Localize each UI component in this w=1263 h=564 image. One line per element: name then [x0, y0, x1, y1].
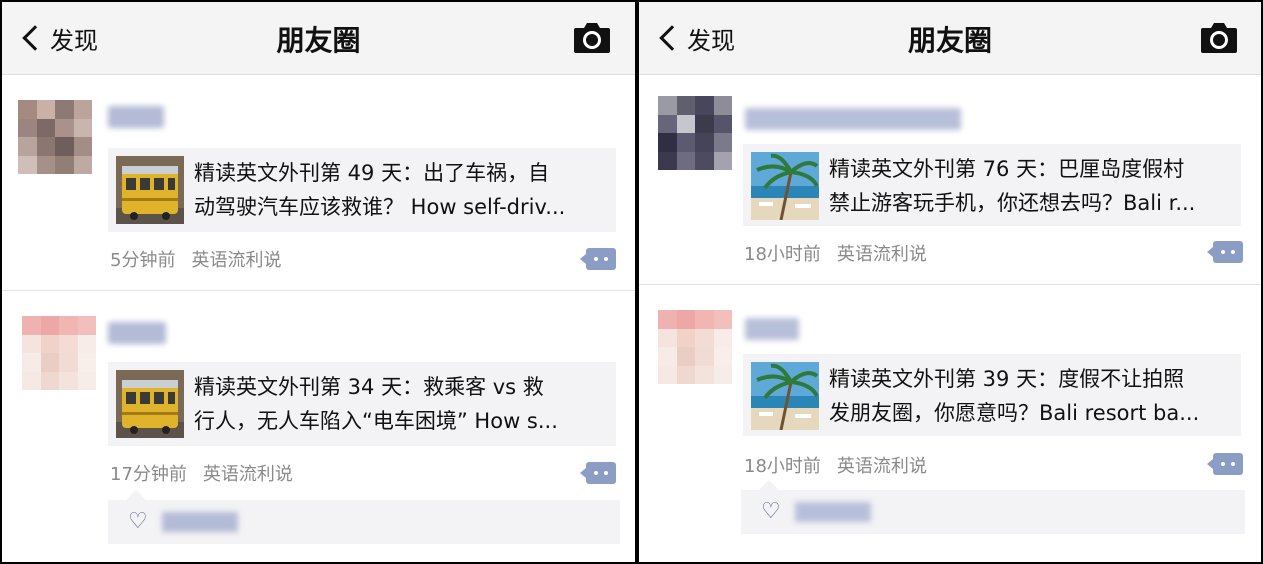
tram-thumbnail	[116, 370, 184, 438]
page-title: 朋友圈	[276, 24, 361, 57]
comment-dots-icon[interactable]	[1207, 241, 1243, 263]
nav-bar: 发现 朋友圈	[2, 2, 635, 75]
heart-outline-icon: ♡	[761, 499, 781, 524]
post-time: 18小时前	[744, 456, 821, 477]
link-title: 精读英文外刊第 39 天：度假不让拍照 发朋友圈，你愿意吗？Bali resor…	[829, 367, 1200, 425]
camera-icon[interactable]	[573, 20, 611, 54]
comment-dots-icon[interactable]	[580, 248, 616, 270]
comment-dots-icon[interactable]	[1207, 453, 1243, 475]
post-meta: 5分钟前 英语流利说	[110, 246, 281, 272]
post-meta: 18小时前 英语流利说	[744, 240, 927, 266]
link-title: 精读英文外刊第 34 天：救乘客 vs 救 行人，无人车陷入“电车困境” How…	[194, 375, 558, 433]
post-time: 17分钟前	[110, 464, 187, 485]
page-title: 朋友圈	[907, 24, 992, 57]
link-title: 精读英文外刊第 49 天：出了车祸，自 动驾驶汽车应该救谁？ How self-…	[194, 161, 566, 219]
moment-post: 精读英文外刊第 76 天：巴厘岛度假村 禁止游客玩手机，你还想去吗？Bali r…	[639, 94, 1261, 284]
post-source[interactable]: 英语流利说	[191, 250, 281, 271]
moment-post: 精读英文外刊第 39 天：度假不让拍照 发朋友圈，你愿意吗？Bali resor…	[639, 308, 1261, 562]
post-source[interactable]: 英语流利说	[837, 456, 927, 477]
post-source[interactable]: 英语流利说	[203, 464, 293, 485]
avatar[interactable]	[22, 316, 96, 390]
shared-link-card[interactable]: 精读英文外刊第 49 天：出了车祸，自 动驾驶汽车应该救谁？ How self-…	[108, 148, 616, 232]
liker-names-blurred[interactable]	[162, 512, 238, 532]
nav-bar: 发现 朋友圈	[639, 2, 1261, 75]
heart-outline-icon: ♡	[128, 509, 148, 534]
link-title: 精读英文外刊第 76 天：巴厘岛度假村 禁止游客玩手机，你还想去吗？Bali r…	[829, 157, 1196, 215]
liker-names-blurred[interactable]	[795, 502, 871, 522]
camera-icon[interactable]	[1200, 20, 1238, 54]
likes-bar: ♡	[741, 480, 1245, 534]
tram-thumbnail	[116, 156, 184, 224]
divider	[2, 290, 635, 291]
post-source[interactable]: 英语流利说	[837, 244, 927, 265]
moments-screen-left: 发现 朋友圈 精读英文外刊第 49 天：出了车祸，自 动驾驶汽车应该救谁？ Ho…	[2, 2, 635, 562]
username-blurred[interactable]	[745, 318, 799, 340]
username-blurred[interactable]	[745, 108, 961, 130]
avatar[interactable]	[18, 100, 92, 174]
divider	[639, 284, 1261, 285]
likes-bar: ♡	[108, 490, 620, 544]
avatar[interactable]	[658, 310, 732, 384]
moments-screen-right: 发现 朋友圈 精读英文外刊第 76 天：巴厘岛度假村 禁止游客玩手机，你还想去吗…	[639, 2, 1261, 562]
beach-thumbnail	[751, 152, 819, 220]
shared-link-card[interactable]: 精读英文外刊第 39 天：度假不让拍照 发朋友圈，你愿意吗？Bali resor…	[743, 354, 1241, 436]
avatar[interactable]	[658, 96, 732, 170]
username-blurred[interactable]	[108, 322, 166, 344]
moment-post: 精读英文外刊第 49 天：出了车祸，自 动驾驶汽车应该救谁？ How self-…	[2, 98, 635, 294]
post-meta: 17分钟前 英语流利说	[110, 460, 293, 486]
beach-thumbnail	[751, 362, 819, 430]
shared-link-card[interactable]: 精读英文外刊第 34 天：救乘客 vs 救 行人，无人车陷入“电车困境” How…	[108, 362, 616, 446]
post-meta: 18小时前 英语流利说	[744, 452, 927, 478]
username-blurred[interactable]	[108, 106, 164, 128]
comment-dots-icon[interactable]	[580, 462, 616, 484]
post-time: 18小时前	[744, 244, 821, 265]
moment-post: 精读英文外刊第 34 天：救乘客 vs 救 行人，无人车陷入“电车困境” How…	[2, 314, 635, 562]
shared-link-card[interactable]: 精读英文外刊第 76 天：巴厘岛度假村 禁止游客玩手机，你还想去吗？Bali r…	[743, 144, 1241, 226]
post-time: 5分钟前	[110, 250, 176, 271]
